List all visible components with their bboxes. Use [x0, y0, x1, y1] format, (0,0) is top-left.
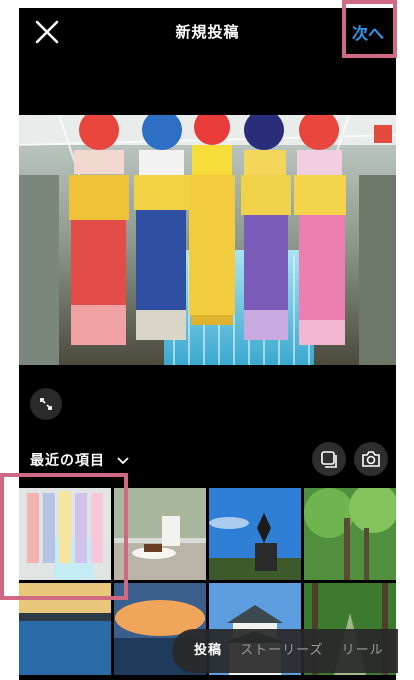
forest-thumbnail: [304, 488, 396, 580]
statue-thumbnail: [209, 488, 301, 580]
expand-button[interactable]: [30, 388, 62, 420]
top-bar: 新規投稿 次へ: [19, 8, 396, 54]
gallery-thumbnail-cafe[interactable]: [114, 488, 206, 580]
chevron-down-icon: [117, 457, 129, 465]
camera-button[interactable]: [354, 442, 388, 476]
photo-preview: [19, 115, 396, 365]
multi-select-icon: [321, 451, 337, 468]
recent-items-dropdown[interactable]: 最近の項目: [30, 450, 129, 470]
cafe-thumbnail: [114, 488, 206, 580]
recent-items-label: 最近の項目: [30, 453, 105, 469]
lake-thumbnail: [19, 583, 111, 675]
page-title: 新規投稿: [175, 23, 240, 41]
gallery-thumbnail-forest[interactable]: [304, 488, 396, 580]
mode-reels[interactable]: リール: [342, 629, 384, 673]
tanabata-thumbnail: [19, 488, 111, 580]
gallery-thumbnail-statue[interactable]: [209, 488, 301, 580]
expand-icon: [40, 398, 52, 410]
mode-selector: 投稿 ストーリーズ リール ラ: [172, 629, 398, 673]
multi-select-button[interactable]: [312, 442, 346, 476]
gallery-header: 最近の項目: [19, 438, 396, 480]
gallery-thumbnail-tanabata[interactable]: [19, 488, 111, 580]
mode-post[interactable]: 投稿: [194, 629, 222, 673]
camera-icon: [362, 451, 380, 467]
next-button[interactable]: 次へ: [352, 20, 384, 44]
gallery-thumbnail-lake[interactable]: [19, 583, 111, 675]
mode-stories[interactable]: ストーリーズ: [240, 629, 323, 673]
preview-image: [19, 115, 396, 365]
